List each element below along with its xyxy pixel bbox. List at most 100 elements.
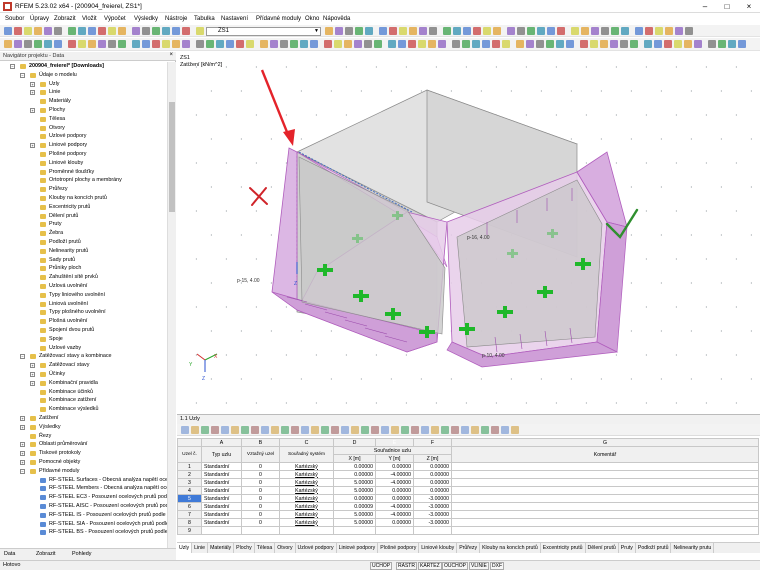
toolbar-icon[interactable]	[581, 27, 589, 35]
expand-toggle-icon[interactable]: +	[20, 460, 25, 465]
table-tab[interactable]: Excentricity prutů	[541, 543, 586, 553]
table-cell[interactable]: 0.00000	[413, 462, 452, 471]
table-cell[interactable]	[451, 486, 759, 495]
table-toolbar-icon[interactable]	[381, 426, 389, 434]
table-cell[interactable]	[451, 470, 759, 479]
toolbar-icon[interactable]	[644, 40, 652, 48]
toolbar-icon[interactable]	[507, 27, 515, 35]
table-cell[interactable]: 0.00000	[375, 486, 414, 495]
row-header[interactable]: 7	[177, 510, 202, 519]
table-toolbar-icon[interactable]	[291, 426, 299, 434]
toolbar-icon[interactable]	[108, 27, 116, 35]
table-cell[interactable]: 0	[241, 518, 280, 527]
table-tab[interactable]: Tělesa	[255, 543, 276, 553]
toolbar-icon[interactable]	[428, 40, 436, 48]
toolbar-icon[interactable]	[694, 40, 702, 48]
toolbar-icon[interactable]	[88, 40, 96, 48]
table-toolbar-icon[interactable]	[371, 426, 379, 434]
toolbar-icon[interactable]	[580, 40, 588, 48]
toolbar-icon[interactable]	[34, 27, 42, 35]
table-row[interactable]: 8 Standardní 0 Kartézský 5.00000 0.00000 -3.00…	[177, 518, 759, 527]
table-toolbar-icon[interactable]	[311, 426, 319, 434]
table-row[interactable]: 3 Standardní 0 Kartézský 5.00000 -4.00000 0.00…	[177, 478, 759, 487]
table-tab[interactable]: Plošné podpory	[378, 543, 420, 553]
toolbar-icon[interactable]	[419, 27, 427, 35]
table-cell[interactable]: Kartézský	[279, 470, 334, 479]
table-toolbar-icon[interactable]	[261, 426, 269, 434]
table-tab[interactable]: Klouby na koncích prutů	[480, 543, 541, 553]
table-cell[interactable]	[333, 526, 376, 535]
toolbar-icon[interactable]	[132, 40, 140, 48]
toolbar-icon[interactable]	[438, 40, 446, 48]
table-cell[interactable]: 0.00000	[333, 462, 376, 471]
table-toolbar-icon[interactable]	[201, 426, 209, 434]
col-letter[interactable]: A	[201, 438, 242, 447]
tab-display[interactable]: Zobrazit	[36, 551, 55, 557]
scrollbar-thumb[interactable]	[169, 102, 175, 212]
toolbar-icon[interactable]	[78, 27, 86, 35]
col-letter[interactable]: F	[413, 438, 452, 447]
tab-views[interactable]: Pohledy	[72, 551, 91, 557]
toolbar-icon[interactable]	[118, 27, 126, 35]
toolbar-icon[interactable]	[152, 40, 160, 48]
toolbar-icon[interactable]	[355, 27, 363, 35]
table-toolbar-icon[interactable]	[251, 426, 259, 434]
table-cell[interactable]: 0.00000	[413, 470, 452, 479]
row-header[interactable]: 1	[177, 462, 202, 471]
table-toolbar-icon[interactable]	[471, 426, 479, 434]
toolbar-icon[interactable]	[566, 40, 574, 48]
toolbar-icon[interactable]	[610, 40, 618, 48]
table-cell[interactable]	[201, 526, 242, 535]
table-cell[interactable]: 0	[241, 510, 280, 519]
toolbar-icon[interactable]	[246, 40, 254, 48]
table-tab[interactable]: Uzlové podpory	[296, 543, 337, 553]
menu-window[interactable]: Okno	[305, 16, 319, 22]
toolbar-icon[interactable]	[152, 27, 160, 35]
table-cell[interactable]	[451, 526, 759, 535]
table-cell[interactable]	[375, 526, 414, 535]
table-row[interactable]: 1 Standardní 0 Kartézský 0.00000 0.00000 0.000…	[177, 462, 759, 471]
toolbar-icon[interactable]	[462, 40, 470, 48]
table-tab[interactable]: Liniové podpory	[337, 543, 379, 553]
col-letter[interactable]: E	[375, 438, 414, 447]
table-cell[interactable]: 5.00000	[333, 486, 376, 495]
table-cell[interactable]: 0.00000	[333, 470, 376, 479]
table-cell[interactable]: Kartézský	[279, 494, 334, 503]
toolbar-icon[interactable]	[88, 27, 96, 35]
col-letter[interactable]: G	[451, 438, 759, 447]
toolbar-icon[interactable]	[310, 40, 318, 48]
table-toolbar-icon[interactable]	[431, 426, 439, 434]
table-cell[interactable]: Standardní	[201, 470, 242, 479]
toolbar-icon[interactable]	[408, 40, 416, 48]
table-cell[interactable]	[451, 510, 759, 519]
table-cell[interactable]: 0	[241, 470, 280, 479]
expand-toggle-icon[interactable]: +	[20, 416, 25, 421]
menu-calculate[interactable]: Výpočet	[104, 16, 126, 22]
table-cell[interactable]: Kartézský	[279, 502, 334, 511]
toolbar-icon[interactable]	[665, 27, 673, 35]
table-toolbar-icon[interactable]	[221, 426, 229, 434]
table-cell[interactable]: Kartézský	[279, 462, 334, 471]
toolbar-icon[interactable]	[14, 27, 22, 35]
toolbar-icon[interactable]	[54, 27, 62, 35]
toolbar-icon[interactable]	[389, 27, 397, 35]
toolbar-icon[interactable]	[493, 27, 501, 35]
toolbar-icon[interactable]	[738, 40, 746, 48]
toolbar-icon[interactable]	[196, 27, 204, 35]
table-cell[interactable]: -3.00000	[413, 510, 452, 519]
expand-toggle-icon[interactable]: +	[30, 372, 35, 377]
toolbar-icon[interactable]	[655, 27, 663, 35]
toolbar-icon[interactable]	[172, 40, 180, 48]
table-cell[interactable]: Kartézský	[279, 518, 334, 527]
toolbar-icon[interactable]	[44, 27, 52, 35]
toolbar-icon[interactable]	[630, 40, 638, 48]
menu-tools[interactable]: Nástroje	[165, 16, 187, 22]
model-drawing[interactable]: p-15, 4.00 p-16, 4.00 p-10, 4.00 Z Y X Z	[177, 52, 760, 412]
toolbar-icon[interactable]	[280, 40, 288, 48]
table-toolbar-icon[interactable]	[331, 426, 339, 434]
menu-edit[interactable]: Úpravy	[30, 16, 49, 22]
row-header[interactable]: 5	[177, 494, 202, 503]
table-cell[interactable]: Standardní	[201, 494, 242, 503]
toolbar-icon[interactable]	[728, 40, 736, 48]
expand-toggle-icon[interactable]: −	[20, 72, 25, 78]
